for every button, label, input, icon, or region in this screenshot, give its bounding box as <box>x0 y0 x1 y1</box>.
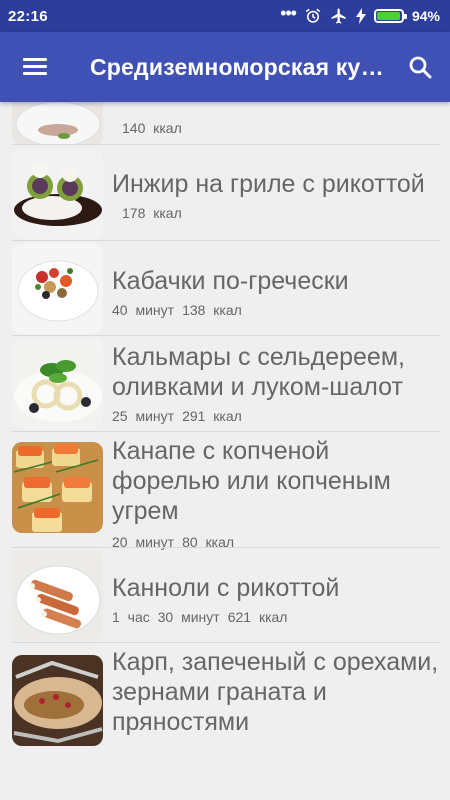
page-title: Средиземноморская кухня <box>90 53 390 80</box>
recipe-list[interactable]: 140 ккал Инжир на гриле с рикоттой 178 к… <box>0 102 450 800</box>
recipe-texts: Канапе с копченой форелью или копченым у… <box>112 436 442 550</box>
recipe-meta: 1 час 30 минут 621 ккал <box>112 609 442 625</box>
recipe-image <box>12 102 103 145</box>
recipe-item[interactable]: Инжир на гриле с рикоттой 178 ккал <box>0 145 450 241</box>
battery-level <box>376 12 400 20</box>
recipe-image <box>12 148 103 239</box>
battery-percent: 94% <box>411 8 440 24</box>
status-bar: 22:16 ••• 94% <box>0 0 450 32</box>
app-bar: Средиземноморская кухня <box>0 32 450 102</box>
recipe-time: 40 минут <box>112 302 175 318</box>
battery-icon <box>373 9 407 23</box>
recipe-meta: 25 минут 291 ккал <box>112 408 442 424</box>
recipe-image <box>12 655 103 746</box>
recipe-calories: 178 ккал <box>122 205 182 221</box>
recipe-image <box>12 442 103 533</box>
recipe-calories: 291 ккал <box>182 408 242 424</box>
recipe-item[interactable]: Канапе с копченой форелью или копченым у… <box>0 432 450 550</box>
recipe-title: Кабачки по-гречески <box>112 267 349 295</box>
recipe-texts: 140 ккал <box>112 120 442 136</box>
recipe-time: 1 час 30 минут <box>112 609 220 625</box>
recipe-item[interactable]: 140 ккал <box>0 102 450 145</box>
recipe-texts: Кальмары с сельдереем, оливками и луком-… <box>112 342 442 424</box>
recipe-item[interactable]: Канноли с рикоттой 1 час 30 минут 621 кка… <box>0 548 450 643</box>
recipe-title: Карп, запеченый с орехами, зернами грана… <box>112 648 439 736</box>
recipe-meta: 40 минут 138 ккал <box>112 302 442 318</box>
status-icons: ••• 94% <box>280 3 440 25</box>
recipe-item[interactable]: Кальмары с сельдереем, оливками и луком-… <box>0 336 450 432</box>
recipe-texts: Карп, запеченый с орехами, зернами грана… <box>112 647 442 737</box>
recipe-image <box>12 243 103 334</box>
menu-button[interactable] <box>0 32 70 102</box>
more-notifications-icon: ••• <box>280 2 297 23</box>
recipe-texts: Инжир на гриле с рикоттой 178 ккал <box>112 169 442 221</box>
recipe-title: Инжир на гриле с рикоттой <box>112 170 425 198</box>
recipe-meta: 178 ккал <box>112 205 442 221</box>
alarm-icon <box>305 8 321 23</box>
recipe-texts: Кабачки по-гречески 40 минут 138 ккал <box>112 266 442 318</box>
recipe-title: Канноли с рикоттой <box>112 574 340 602</box>
recipe-item[interactable]: Кабачки по-гречески 40 минут 138 ккал <box>0 241 450 336</box>
recipe-title: Канапе с копченой форелью или копченым у… <box>112 437 391 525</box>
recipe-texts: Канноли с рикоттой 1 час 30 минут 621 кка… <box>112 573 442 625</box>
recipe-image <box>12 550 103 641</box>
airplane-mode-icon <box>331 8 346 24</box>
search-icon <box>409 56 432 79</box>
recipe-calories: 140 ккал <box>122 120 182 136</box>
recipe-meta: 140 ккал <box>112 120 442 136</box>
menu-icon <box>23 58 47 76</box>
search-button[interactable] <box>390 32 450 102</box>
recipe-title: Кальмары с сельдереем, оливками и луком-… <box>112 343 405 401</box>
recipe-time: 25 минут <box>112 408 175 424</box>
recipe-calories: 138 ккал <box>182 302 242 318</box>
recipe-item[interactable]: Карп, запеченый с орехами, зернами грана… <box>0 643 450 753</box>
status-time: 22:16 <box>8 7 48 25</box>
recipe-image <box>12 338 103 429</box>
charging-icon <box>355 8 366 24</box>
recipe-calories: 621 ккал <box>227 609 288 625</box>
